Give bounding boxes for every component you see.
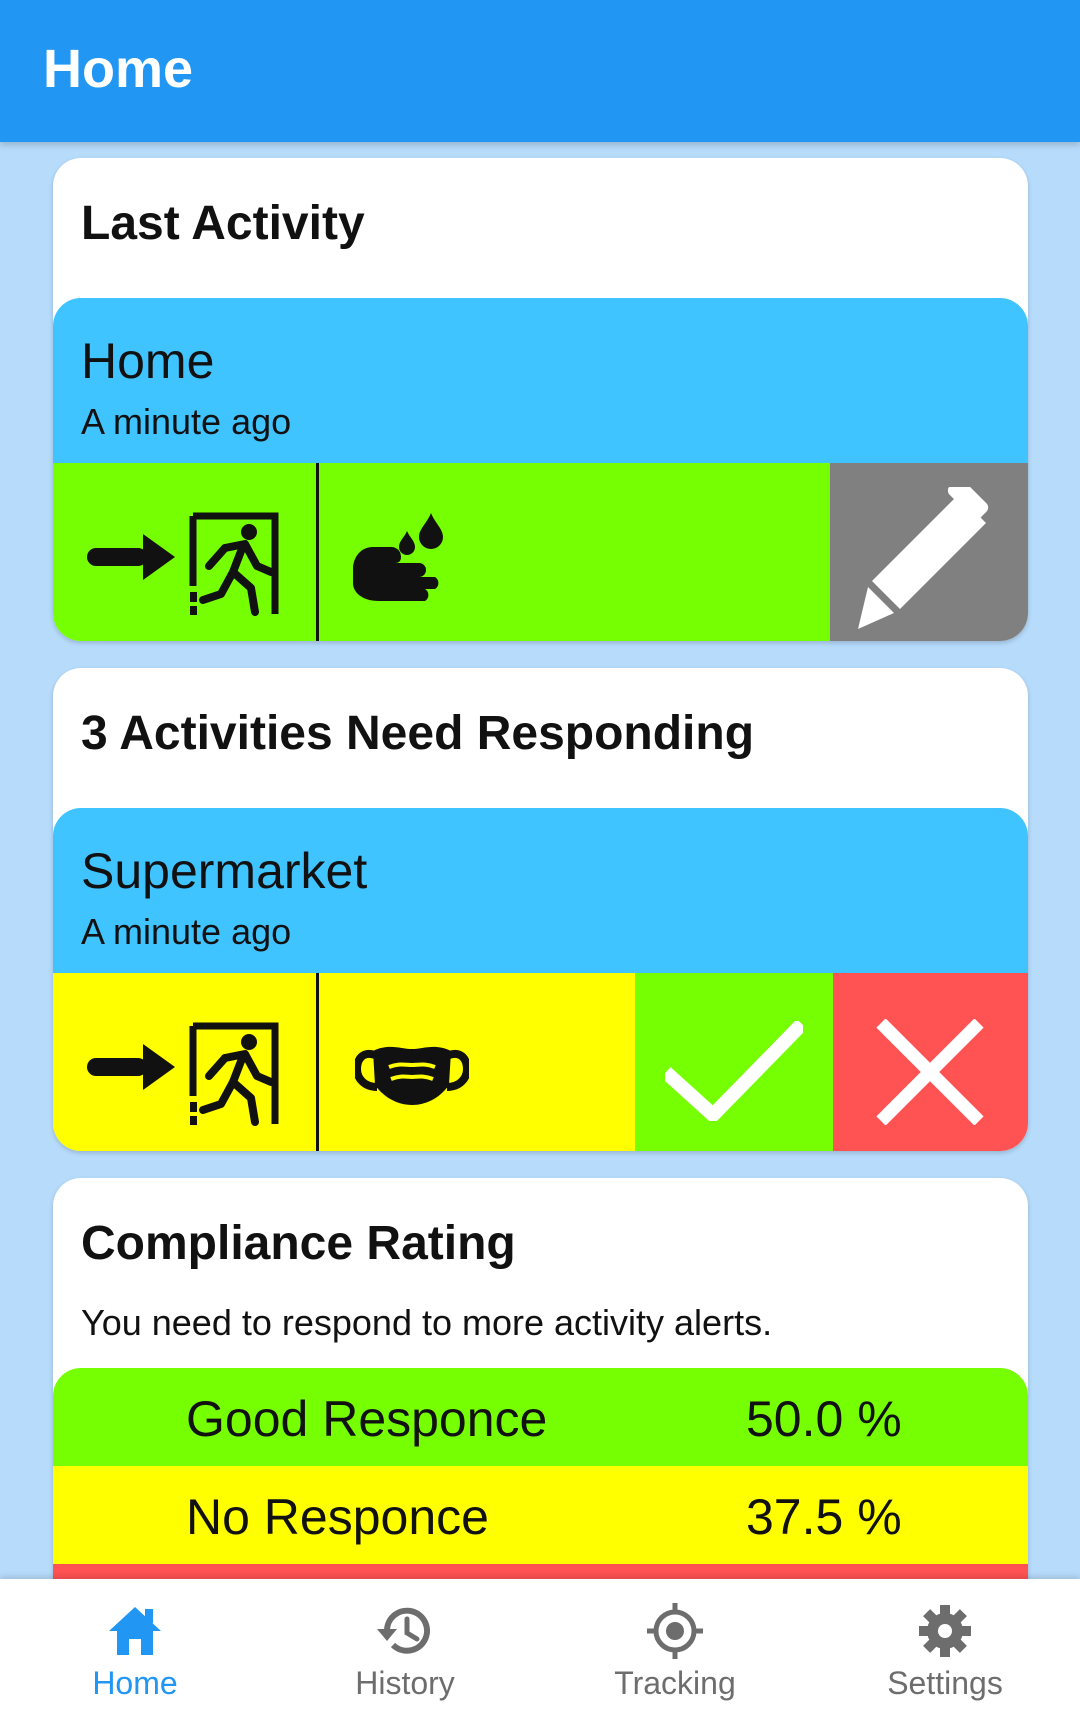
activity-row: [53, 973, 1028, 1151]
rating-row-none: No Responce 37.5 %: [53, 1466, 1028, 1564]
activity-time: A minute ago: [81, 911, 292, 952]
last-activity-title: Last Activity: [81, 197, 365, 250]
nav-settings[interactable]: Settings: [810, 1579, 1080, 1721]
activity-place: Home: [81, 333, 215, 389]
compliance-card: Compliance Rating You need to respond to…: [53, 1178, 1028, 1579]
rating-label: Good Responce: [186, 1391, 548, 1447]
nav-home[interactable]: Home: [0, 1579, 270, 1721]
activity-header[interactable]: Supermarket A minute ago: [53, 808, 1028, 973]
entry-cell: [53, 973, 316, 1151]
last-activity-card: Last Activity Home A minute ago: [53, 158, 1028, 641]
nav-label: Tracking: [614, 1665, 736, 1701]
rating-label: No Responce: [186, 1489, 489, 1545]
pending-activities-card: 3 Activities Need Responding Supermarket…: [53, 668, 1028, 1151]
nav-tracking[interactable]: Tracking: [540, 1579, 810, 1721]
pencil-icon: [858, 487, 989, 629]
rating-value: 37.5 %: [746, 1489, 902, 1545]
compliance-title: Compliance Rating: [81, 1217, 516, 1270]
action-cell: [319, 463, 883, 641]
face-mask-icon: [355, 1046, 469, 1105]
bottom-navigation: Home History Tracking Settings: [0, 1579, 1080, 1721]
reject-button[interactable]: [833, 973, 1028, 1151]
rating-row-partial: [53, 1564, 1028, 1579]
enter-door-icon: [87, 512, 279, 616]
app-bar: Home: [0, 0, 1080, 142]
page-title: Home: [43, 39, 194, 99]
rating-value: 50.0 %: [746, 1391, 902, 1447]
gps-target-icon: [647, 1603, 703, 1659]
nav-label: Home: [92, 1665, 178, 1701]
entry-cell: [53, 463, 316, 641]
pending-title: 3 Activities Need Responding: [81, 707, 755, 760]
nav-label: History: [355, 1665, 455, 1701]
nav-label: Settings: [887, 1665, 1003, 1701]
hand-wash-icon: [353, 513, 443, 601]
activity-place: Supermarket: [81, 843, 368, 899]
activity-header[interactable]: Home A minute ago: [53, 298, 1028, 463]
gear-icon: [919, 1605, 971, 1657]
history-icon: [377, 1607, 430, 1654]
edit-button[interactable]: [830, 463, 1028, 641]
enter-door-icon: [87, 1022, 279, 1126]
activity-time: A minute ago: [81, 401, 292, 442]
rating-row-good: Good Responce 50.0 %: [53, 1368, 1028, 1466]
home-icon: [109, 1607, 161, 1655]
confirm-button[interactable]: [635, 973, 833, 1151]
check-icon: [665, 1021, 803, 1121]
close-icon: [876, 1019, 984, 1125]
nav-history[interactable]: History: [270, 1579, 540, 1721]
compliance-note: You need to respond to more activity ale…: [81, 1302, 773, 1343]
activity-row: [53, 463, 1028, 641]
home-content[interactable]: Last Activity Home A minute ago 3 Activi…: [0, 142, 1080, 1579]
